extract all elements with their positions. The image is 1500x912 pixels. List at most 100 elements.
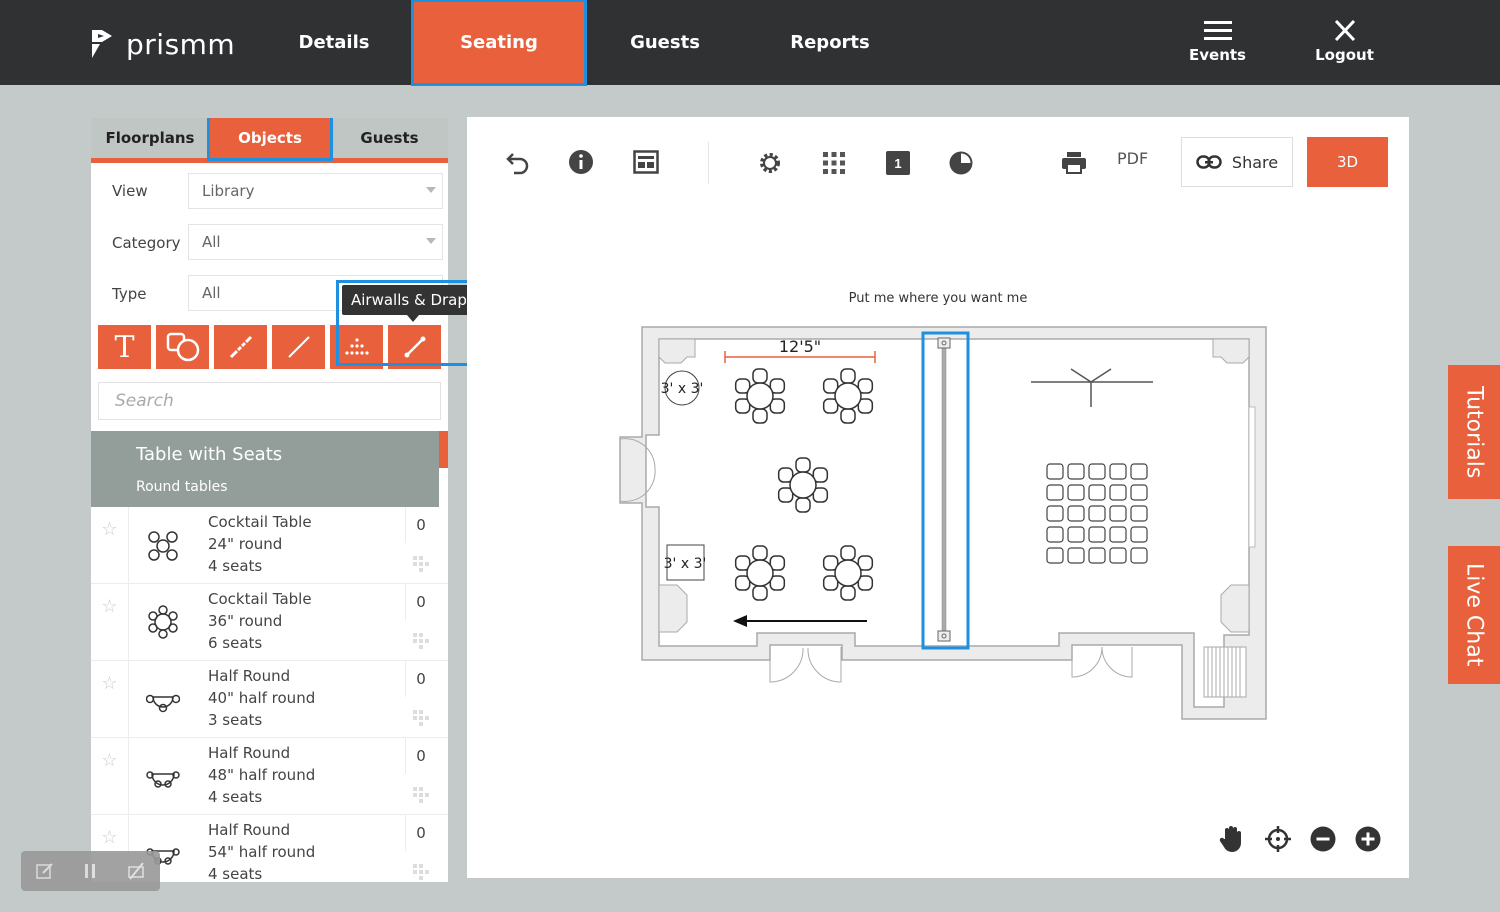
item-size: 54" half round bbox=[208, 843, 316, 861]
chair bbox=[752, 368, 768, 384]
category-label: Category bbox=[112, 234, 181, 252]
theater-seat bbox=[1067, 463, 1085, 480]
nav-reports[interactable]: Reports bbox=[745, 0, 915, 85]
theater-seat bbox=[1109, 547, 1127, 564]
brand-name: prismm bbox=[126, 27, 236, 61]
theater-seat bbox=[1088, 505, 1106, 522]
info-icon[interactable] bbox=[568, 149, 594, 175]
nav-details[interactable]: Details bbox=[250, 0, 418, 85]
item-name: Cocktail Table bbox=[208, 590, 312, 608]
star-icon[interactable]: ☆ bbox=[91, 661, 129, 737]
share-button[interactable]: Share bbox=[1181, 137, 1293, 187]
star-icon[interactable]: ☆ bbox=[91, 738, 129, 814]
theater-seat bbox=[1046, 484, 1064, 501]
list-item[interactable]: ☆ Cocktail Table 24" round 4 seats 0 bbox=[91, 507, 448, 584]
measure-tool-button[interactable] bbox=[214, 325, 267, 369]
item-name: Half Round bbox=[208, 821, 291, 839]
theater-seat bbox=[1130, 505, 1148, 522]
theater-seating[interactable] bbox=[1046, 463, 1148, 564]
print-icon[interactable] bbox=[1061, 151, 1087, 175]
theater-seat bbox=[1046, 463, 1064, 480]
grid-icon[interactable] bbox=[822, 151, 846, 175]
nav-seating[interactable]: Seating bbox=[411, 0, 587, 86]
drag-handle-icon[interactable] bbox=[412, 555, 430, 573]
zoom-in-icon[interactable] bbox=[1355, 826, 1381, 852]
item-count[interactable]: 0 bbox=[405, 507, 436, 543]
category-select-value: All bbox=[202, 233, 221, 251]
logout-label: Logout bbox=[1315, 46, 1374, 64]
zoom-out-icon[interactable] bbox=[1310, 826, 1336, 852]
pie-icon[interactable] bbox=[948, 150, 974, 176]
item-name: Cocktail Table bbox=[208, 513, 312, 531]
view-select-value: Library bbox=[202, 182, 255, 200]
tutorials-tab[interactable]: Tutorials bbox=[1448, 365, 1500, 499]
item-count[interactable]: 0 bbox=[405, 815, 436, 851]
search-input[interactable]: Search bbox=[98, 382, 441, 420]
item-count[interactable]: 0 bbox=[405, 738, 436, 774]
item-name: Half Round bbox=[208, 667, 291, 685]
events-label: Events bbox=[1189, 46, 1246, 64]
logout-button[interactable]: Logout bbox=[1307, 19, 1382, 64]
drag-handle-icon[interactable] bbox=[412, 632, 430, 650]
table-label: 3' x 3' bbox=[664, 556, 707, 572]
gear-icon[interactable] bbox=[757, 150, 783, 176]
item-size: 36" round bbox=[208, 612, 283, 630]
crosshair-icon[interactable] bbox=[1264, 825, 1292, 853]
list-item[interactable]: ☆ Cocktail Table 36" round 6 seats 0 bbox=[91, 584, 448, 661]
type-label: Type bbox=[112, 285, 147, 303]
stop-recording-icon[interactable] bbox=[127, 862, 145, 880]
tab-objects[interactable]: Objects bbox=[207, 118, 333, 161]
layout-icon[interactable] bbox=[633, 150, 659, 174]
chair bbox=[795, 497, 811, 513]
line-tool-icon bbox=[287, 336, 310, 358]
shapes-tool-button[interactable] bbox=[156, 325, 209, 369]
view-select[interactable]: Library bbox=[188, 173, 443, 209]
category-accent bbox=[439, 431, 448, 468]
item-count[interactable]: 0 bbox=[405, 584, 436, 620]
line-tool-button[interactable] bbox=[272, 325, 325, 369]
floorplan-canvas[interactable]: 1 PDF Share 3D Put me where you want me … bbox=[467, 117, 1409, 878]
star-icon[interactable]: ☆ bbox=[91, 507, 129, 583]
item-name: Half Round bbox=[208, 744, 291, 762]
theater-seat bbox=[1130, 463, 1148, 480]
chair bbox=[840, 585, 856, 601]
floor-plan[interactable]: 12'5" 3' x 3' 3' x 3' bbox=[617, 322, 1277, 722]
chair bbox=[752, 408, 768, 424]
theater-seat bbox=[1130, 484, 1148, 501]
shapes-tool-icon bbox=[166, 332, 199, 362]
drag-handle-icon[interactable] bbox=[412, 709, 430, 727]
item-seats: 6 seats bbox=[208, 634, 263, 652]
item-size: 40" half round bbox=[208, 689, 316, 707]
edit-icon[interactable] bbox=[36, 862, 54, 880]
star-icon[interactable]: ☆ bbox=[91, 584, 129, 660]
3d-view-button[interactable]: 3D bbox=[1307, 137, 1388, 187]
tab-guests[interactable]: Guests bbox=[331, 118, 448, 158]
list-item[interactable]: ☆ Half Round 48" half round 4 seats 0 bbox=[91, 738, 448, 815]
share-label: Share bbox=[1231, 152, 1279, 172]
category-select[interactable]: All bbox=[188, 224, 443, 260]
cocktail-table-24-icon bbox=[148, 531, 178, 561]
undo-icon[interactable] bbox=[505, 150, 531, 176]
text-tool-button[interactable]: T bbox=[98, 325, 151, 369]
brand-logo[interactable]: prismm bbox=[90, 24, 235, 64]
drag-handle-icon[interactable] bbox=[412, 863, 430, 881]
list-item[interactable]: ☆ Half Round 40" half round 3 seats 0 bbox=[91, 661, 448, 738]
events-button[interactable]: Events bbox=[1180, 20, 1255, 64]
tab-floorplans[interactable]: Floorplans bbox=[91, 118, 209, 158]
category-header[interactable]: Table with Seats Round tables bbox=[91, 431, 439, 507]
pause-icon[interactable] bbox=[83, 862, 97, 880]
nav-guests[interactable]: Guests bbox=[580, 0, 750, 85]
theater-seat bbox=[1067, 505, 1085, 522]
drag-handle-icon[interactable] bbox=[412, 786, 430, 804]
chair bbox=[840, 545, 856, 561]
layer-number-button[interactable]: 1 bbox=[886, 151, 910, 175]
live-chat-label: Live Chat bbox=[1461, 563, 1487, 667]
theater-seat bbox=[1088, 463, 1106, 480]
pan-hand-icon[interactable] bbox=[1219, 825, 1245, 853]
theater-seat bbox=[1067, 484, 1085, 501]
tooltip-arrow bbox=[407, 315, 419, 322]
live-chat-tab[interactable]: Live Chat bbox=[1448, 546, 1500, 684]
theater-seat bbox=[1130, 547, 1148, 564]
item-count[interactable]: 0 bbox=[405, 661, 436, 697]
pdf-button[interactable]: PDF bbox=[1117, 149, 1148, 168]
